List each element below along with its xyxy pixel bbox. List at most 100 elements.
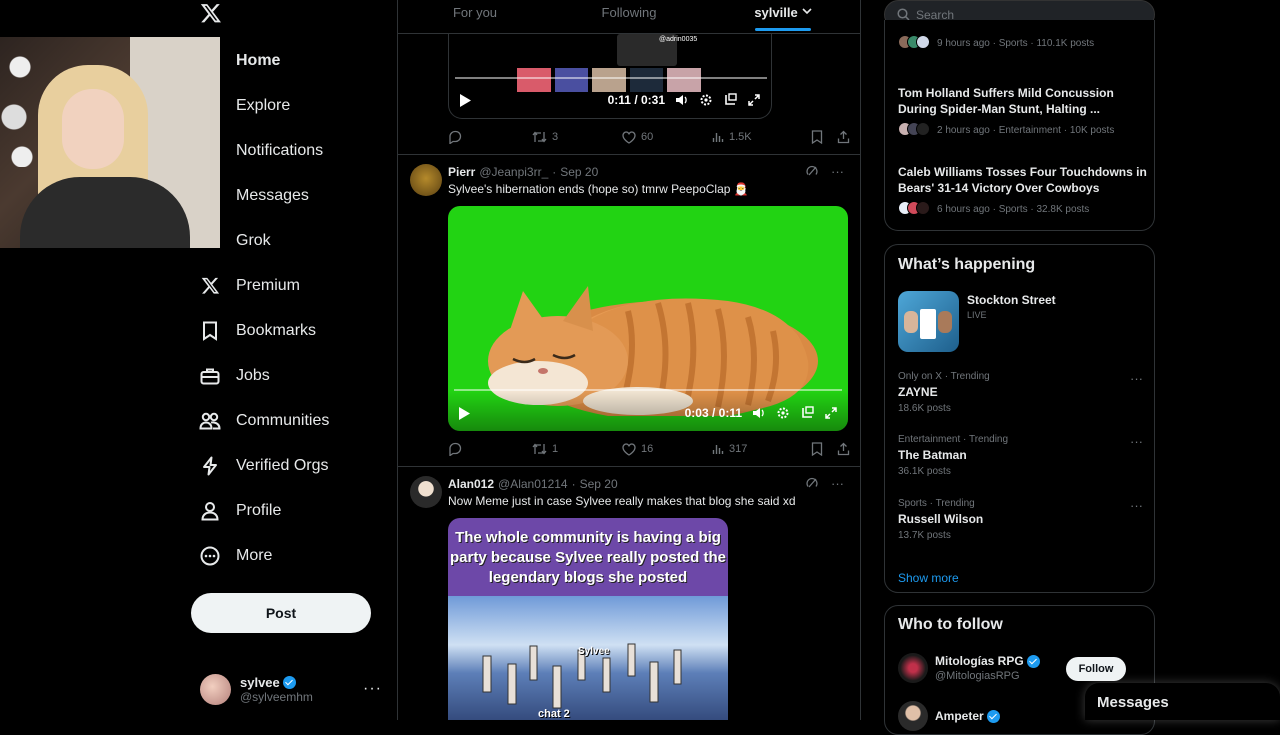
nav-item-verified-orgs[interactable]: Verified Orgs <box>198 443 388 488</box>
views-button[interactable]: 1.5K <box>712 131 802 143</box>
trend-context: Only on X · Trending <box>898 371 990 382</box>
avatar[interactable] <box>410 476 442 508</box>
tweet-video[interactable]: 0:03 / 0:11 <box>448 206 848 431</box>
live-badge: LIVE <box>967 310 987 320</box>
settings-icon[interactable] <box>699 93 713 107</box>
nav-item-label: Messages <box>236 186 309 204</box>
avatar-stack <box>898 35 932 51</box>
retweet-icon <box>532 443 547 455</box>
timeline: For you Following sylville @adrin0035 0:… <box>397 0 861 720</box>
tab-following[interactable]: Following <box>552 0 706 33</box>
nav-item-bookmarks[interactable]: Bookmarks <box>198 308 388 353</box>
nav-item-explore[interactable]: Explore <box>198 83 388 128</box>
meme-label: Sylvee <box>578 646 610 657</box>
nav-item-more[interactable]: More <box>198 533 388 578</box>
person-icon <box>198 499 222 523</box>
account-more-icon[interactable]: ··· <box>363 680 382 698</box>
reply-button[interactable] <box>448 442 518 456</box>
retweet-count: 1 <box>552 443 559 455</box>
verified-badge-icon <box>1026 654 1040 668</box>
avatar[interactable] <box>410 164 442 196</box>
follow-button[interactable]: Follow <box>1066 657 1126 681</box>
video-progress-bar[interactable] <box>455 77 767 79</box>
nav-item-label: Grok <box>236 231 271 249</box>
retweet-button[interactable]: 1 <box>532 442 622 456</box>
fullscreen-icon[interactable] <box>747 93 761 107</box>
verified-badge-icon <box>282 675 296 689</box>
views-button[interactable]: 317 <box>712 443 802 455</box>
grok-icon[interactable] <box>805 164 819 179</box>
nav-item-label: Profile <box>236 501 282 519</box>
volume-icon[interactable] <box>675 93 689 107</box>
account-switcher[interactable]: sylvee @sylveemhm ··· <box>200 672 390 706</box>
tweet-date[interactable]: Sep 20 <box>560 165 598 179</box>
tweet-image[interactable]: The whole community is having a big part… <box>448 518 728 720</box>
volume-icon[interactable] <box>752 406 766 420</box>
bookmark-icon[interactable] <box>811 130 823 144</box>
avatar-stack <box>898 122 932 138</box>
trend-posts: 18.6K posts <box>898 403 951 414</box>
trend-keyword: The Batman <box>898 448 967 462</box>
like-button[interactable]: 16 <box>622 442 712 456</box>
whats-happening-card: What’s happening Stockton Street LIVE On… <box>884 244 1155 593</box>
trend-item[interactable]: Only on X · Trending ZAYNE 18.6K posts ·… <box>898 371 1143 414</box>
separator: · <box>571 477 576 491</box>
share-icon[interactable] <box>837 130 850 144</box>
trend-more-icon[interactable]: ··· <box>1130 498 1143 513</box>
tweet-more-icon[interactable]: ··· <box>831 476 844 491</box>
like-button[interactable]: 60 <box>622 130 712 144</box>
settings-icon[interactable] <box>776 406 790 420</box>
live-event-name[interactable]: Stockton Street <box>967 293 1056 307</box>
share-icon[interactable] <box>837 442 850 456</box>
post-button[interactable]: Post <box>191 593 371 633</box>
trend-more-icon[interactable]: ··· <box>1130 371 1143 386</box>
trend-posts: 36.1K posts <box>898 466 951 477</box>
nav-item-home[interactable]: Home <box>198 38 388 83</box>
picture-in-picture-icon[interactable] <box>800 406 814 420</box>
video-thumbnails <box>517 68 701 92</box>
play-icon[interactable] <box>458 406 470 420</box>
nav-item-notifications[interactable]: Notifications <box>198 128 388 173</box>
bookmark-icon[interactable] <box>811 442 823 456</box>
nav-item-premium[interactable]: Premium <box>198 263 388 308</box>
video-progress-bar[interactable] <box>454 389 842 391</box>
tweet-author-handle[interactable]: @Jeanpi3rr_ <box>479 165 548 179</box>
tweet-author-name[interactable]: Pierr <box>448 165 475 179</box>
tweet-author-handle[interactable]: @Alan01214 <box>498 477 568 491</box>
tweet-author-name[interactable]: Alan012 <box>448 477 494 491</box>
nav-item-profile[interactable]: Profile <box>198 488 388 533</box>
live-thumbnail[interactable] <box>898 291 959 352</box>
retweet-button[interactable]: 3 <box>532 130 622 144</box>
trend-item[interactable]: Sports · Trending Russell Wilson 13.7K p… <box>898 498 1143 541</box>
avatar-stack <box>898 201 932 217</box>
nav-item-messages[interactable]: Messages <box>198 173 388 218</box>
nav-item-label: Communities <box>236 411 330 429</box>
tab-sylville[interactable]: sylville <box>706 0 860 33</box>
nav-item-label: Jobs <box>236 366 270 384</box>
tab-for-you[interactable]: For you <box>398 0 552 33</box>
nav-item-communities[interactable]: Communities <box>198 398 388 443</box>
news-item[interactable]: Tom Holland Suffers Mild Concussion Duri… <box>898 85 1148 138</box>
show-more-link[interactable]: Show more <box>898 571 959 585</box>
nav-item-grok[interactable]: Grok <box>198 218 388 263</box>
x-logo-icon[interactable] <box>200 2 222 26</box>
messages-drawer[interactable]: Messages <box>1085 683 1280 720</box>
nav-item-jobs[interactable]: Jobs <box>198 353 388 398</box>
play-icon[interactable] <box>459 93 471 107</box>
tweet-date[interactable]: Sep 20 <box>580 477 618 491</box>
trend-item[interactable]: Entertainment · Trending The Batman 36.1… <box>898 434 1143 477</box>
tweet-more-icon[interactable]: ··· <box>831 164 844 179</box>
tweet-video[interactable]: @adrin0035 0:11 / 0:31 <box>448 34 772 119</box>
trend-keyword: Russell Wilson <box>898 512 984 526</box>
news-item[interactable]: Caleb Williams Tosses Four Touchdowns in… <box>898 164 1148 217</box>
like-count: 16 <box>641 443 654 455</box>
grok-icon[interactable] <box>805 476 819 491</box>
news-item[interactable]: 9 hours ago · Sports · 110.1K posts <box>898 30 1148 51</box>
video-overlay-handle: @adrin0035 <box>659 36 698 43</box>
reply-button[interactable] <box>448 130 518 144</box>
trend-more-icon[interactable]: ··· <box>1130 434 1143 449</box>
fullscreen-icon[interactable] <box>824 406 838 420</box>
picture-in-picture-icon[interactable] <box>723 93 737 107</box>
avatar <box>200 673 231 705</box>
retweet-count: 3 <box>552 131 559 143</box>
